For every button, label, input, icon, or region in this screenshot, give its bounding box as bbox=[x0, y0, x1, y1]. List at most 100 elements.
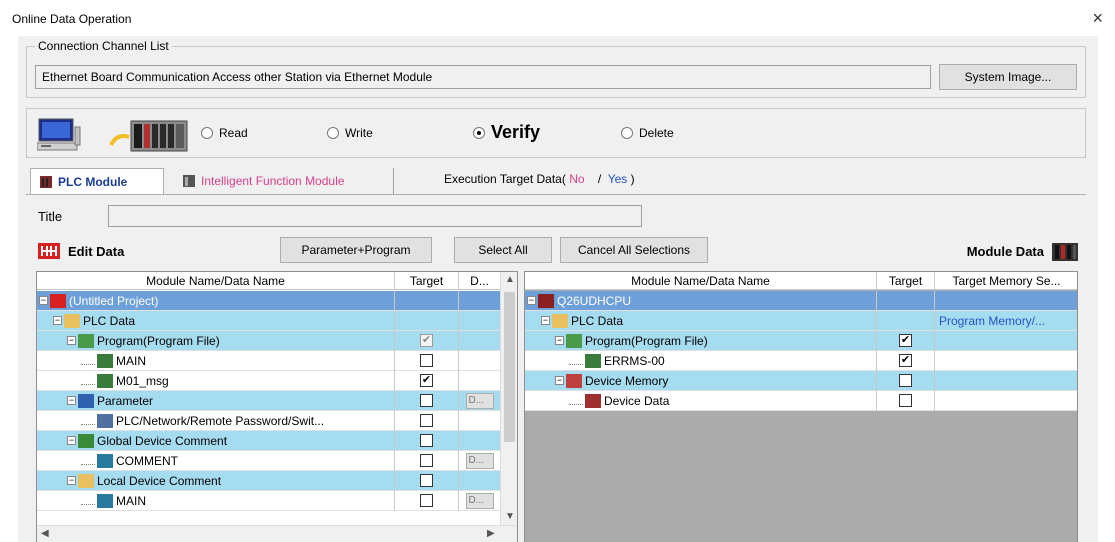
module-data-icon bbox=[1052, 243, 1078, 261]
target-checkbox[interactable] bbox=[420, 354, 433, 367]
left-detail-cell bbox=[459, 411, 501, 431]
right-name-cell: Device Data bbox=[525, 391, 877, 411]
target-checkbox[interactable]: ✔ bbox=[899, 334, 912, 347]
table-row[interactable]: M01_msg ✔ bbox=[37, 371, 501, 391]
target-checkbox[interactable] bbox=[420, 474, 433, 487]
delete-radio[interactable]: Delete bbox=[621, 126, 674, 140]
tree-node-label: Device Data bbox=[604, 393, 670, 408]
left-detail-cell bbox=[459, 291, 501, 311]
target-checkbox[interactable]: ✔ bbox=[899, 354, 912, 367]
table-row[interactable]: − Local Device Comment bbox=[37, 471, 501, 491]
left-header-name[interactable]: Module Name/Data Name bbox=[37, 272, 395, 290]
detail-button[interactable]: D... bbox=[465, 492, 494, 509]
tree-node-label: Program(Program File) bbox=[97, 333, 220, 348]
scroll-down-icon[interactable]: ▼ bbox=[505, 511, 515, 522]
read-radio-dot bbox=[201, 127, 213, 139]
plc-rack-icon bbox=[109, 120, 188, 152]
collapse-icon[interactable]: − bbox=[39, 296, 48, 305]
table-row[interactable]: − Parameter D... bbox=[37, 391, 501, 411]
left-scroll-thumb[interactable] bbox=[504, 292, 515, 442]
cancel-all-selections-button[interactable]: Cancel All Selections bbox=[560, 237, 708, 263]
left-header-detail[interactable]: D... bbox=[459, 272, 501, 290]
tree-line bbox=[81, 417, 95, 425]
collapse-icon[interactable]: − bbox=[67, 396, 76, 405]
right-target-cell bbox=[877, 371, 935, 391]
table-row[interactable]: − Program(Program File) ✔ bbox=[525, 331, 1077, 351]
collapse-icon[interactable]: − bbox=[541, 316, 550, 325]
tab-intelligent-function-module[interactable]: Intelligent Function Module bbox=[174, 168, 394, 194]
table-row[interactable]: Device Data bbox=[525, 391, 1077, 411]
exec-no-label: No bbox=[569, 172, 585, 186]
table-row[interactable]: MAIN D... bbox=[37, 491, 501, 511]
close-icon[interactable]: × bbox=[1092, 8, 1103, 29]
collapse-icon[interactable]: − bbox=[53, 316, 62, 325]
target-checkbox[interactable] bbox=[899, 374, 912, 387]
left-target-cell bbox=[395, 311, 459, 331]
target-checkbox[interactable] bbox=[420, 414, 433, 427]
write-radio-label: Write bbox=[345, 126, 373, 140]
right-header-memory[interactable]: Target Memory Se... bbox=[935, 272, 1077, 290]
parameter-program-button[interactable]: Parameter+Program bbox=[280, 237, 432, 263]
table-row[interactable]: − Device Memory bbox=[525, 371, 1077, 391]
table-row[interactable]: − PLC Data bbox=[37, 311, 501, 331]
collapse-icon[interactable]: − bbox=[555, 376, 564, 385]
target-checkbox[interactable] bbox=[420, 434, 433, 447]
verify-radio[interactable]: Verify bbox=[473, 122, 540, 143]
table-row[interactable]: COMMENT D... bbox=[37, 451, 501, 471]
title-input[interactable] bbox=[108, 205, 642, 227]
tree-node-label: COMMENT bbox=[116, 453, 178, 468]
table-row[interactable]: − PLC Data Program Memory/... bbox=[525, 311, 1077, 331]
right-header-target[interactable]: Target bbox=[877, 272, 935, 290]
target-checkbox[interactable] bbox=[420, 494, 433, 507]
left-name-cell: M01_msg bbox=[37, 371, 395, 391]
table-row[interactable]: − Program(Program File) ✔ bbox=[37, 331, 501, 351]
table-row[interactable]: − (Untitled Project) bbox=[37, 291, 501, 311]
tree-node-label: ERRMS-00 bbox=[604, 353, 665, 368]
table-row[interactable]: PLC/Network/Remote Password/Swit... bbox=[37, 411, 501, 431]
left-horizontal-scrollbar[interactable]: ◀ ▶ bbox=[37, 525, 517, 542]
select-all-button[interactable]: Select All bbox=[454, 237, 552, 263]
target-checkbox[interactable] bbox=[420, 454, 433, 467]
program-file-icon bbox=[97, 373, 113, 388]
collapse-icon[interactable]: − bbox=[555, 336, 564, 345]
table-row[interactable]: MAIN bbox=[37, 351, 501, 371]
collapse-icon[interactable]: − bbox=[67, 436, 76, 445]
program-icon bbox=[78, 333, 94, 348]
target-memory-value[interactable]: Program Memory/... bbox=[935, 314, 1045, 328]
left-name-cell: − Local Device Comment bbox=[37, 471, 395, 491]
right-name-cell: − Device Memory bbox=[525, 371, 877, 391]
left-header-target[interactable]: Target bbox=[395, 272, 459, 290]
tab-plc-module-label: PLC Module bbox=[58, 174, 128, 189]
target-checkbox[interactable] bbox=[420, 394, 433, 407]
table-row[interactable]: ERRMS-00 ✔ bbox=[525, 351, 1077, 371]
left-target-cell bbox=[395, 351, 459, 371]
scroll-up-icon[interactable]: ▲ bbox=[505, 274, 515, 285]
table-row[interactable]: − Q26UDHCPU bbox=[525, 291, 1077, 311]
left-vertical-scrollbar[interactable]: ▲ ▼ bbox=[500, 272, 517, 526]
right-header-name[interactable]: Module Name/Data Name bbox=[525, 272, 877, 290]
execution-target-data: Execution Target Data( No / Yes ) bbox=[444, 172, 635, 186]
read-radio[interactable]: Read bbox=[201, 126, 248, 140]
write-radio[interactable]: Write bbox=[327, 126, 373, 140]
collapse-icon[interactable]: − bbox=[67, 336, 76, 345]
table-row[interactable]: − Global Device Comment bbox=[37, 431, 501, 451]
detail-button[interactable]: D... bbox=[465, 392, 494, 409]
target-checkbox[interactable]: ✔ bbox=[420, 334, 433, 347]
folder-icon bbox=[78, 473, 94, 488]
target-checkbox[interactable] bbox=[899, 394, 912, 407]
detail-button[interactable]: D... bbox=[465, 452, 494, 469]
left-detail-cell bbox=[459, 311, 501, 331]
edit-data-label: Edit Data bbox=[68, 243, 125, 259]
edit-data-header: Edit Data bbox=[38, 243, 124, 259]
scroll-right-icon[interactable]: ▶ bbox=[487, 528, 495, 539]
tab-plc-module[interactable]: PLC Module bbox=[30, 168, 164, 194]
target-checkbox[interactable]: ✔ bbox=[420, 374, 433, 387]
left-target-cell bbox=[395, 431, 459, 451]
tree-node-label: Program(Program File) bbox=[585, 333, 708, 348]
left-target-cell: ✔ bbox=[395, 371, 459, 391]
collapse-icon[interactable]: − bbox=[67, 476, 76, 485]
collapse-icon[interactable]: − bbox=[527, 296, 536, 305]
module-data-header: Module Data bbox=[967, 241, 1078, 261]
scroll-left-icon[interactable]: ◀ bbox=[41, 528, 49, 539]
system-image-button[interactable]: System Image... bbox=[939, 64, 1077, 90]
